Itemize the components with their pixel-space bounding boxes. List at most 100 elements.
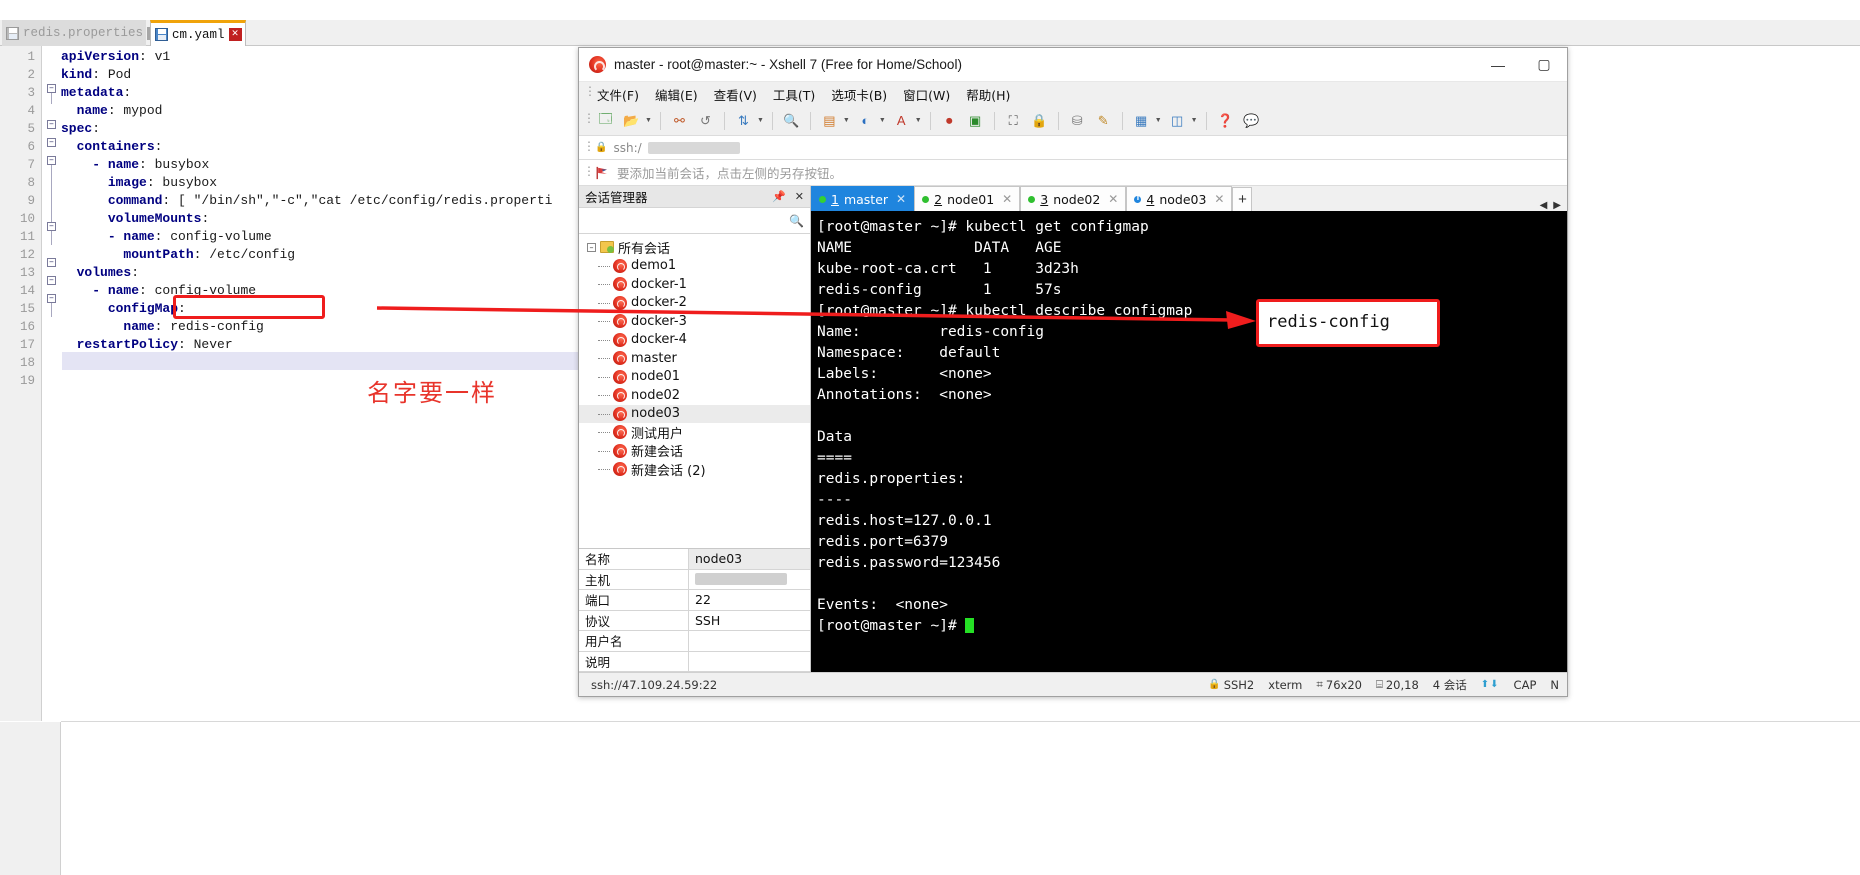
session-tree-item[interactable]: 新建会话 (2) bbox=[579, 460, 810, 479]
close-icon[interactable]: ✕ bbox=[1002, 192, 1012, 206]
session-tree-item[interactable]: 新建会话 bbox=[579, 442, 810, 460]
fold-toggle-icon[interactable]: – bbox=[47, 156, 56, 165]
lock-icon[interactable]: 🔒 bbox=[1029, 111, 1050, 131]
close-icon[interactable]: ✕ bbox=[228, 28, 242, 41]
chevron-down-icon[interactable]: ▼ bbox=[915, 117, 922, 124]
menu-item-6[interactable]: 帮助(H) bbox=[966, 85, 1010, 104]
disconnect-icon[interactable]: ⚯ bbox=[669, 111, 690, 131]
record-icon[interactable]: ⏺ bbox=[939, 111, 960, 131]
property-key: 名称 bbox=[579, 549, 689, 569]
close-icon[interactable]: ✕ bbox=[1214, 192, 1224, 206]
menu-item-2[interactable]: 查看(V) bbox=[714, 85, 757, 104]
properties-icon[interactable]: ▦ bbox=[1131, 111, 1152, 131]
color-icon[interactable]: ◐ bbox=[855, 111, 876, 131]
session-tree-item[interactable]: demo1 bbox=[579, 257, 810, 276]
fold-toggle-icon[interactable]: – bbox=[47, 138, 56, 147]
fold-toggle-icon[interactable]: – bbox=[47, 294, 56, 303]
fold-toggle-icon[interactable]: – bbox=[47, 258, 56, 267]
terminal-tab-master[interactable]: 1 master ✕ bbox=[811, 186, 915, 211]
find-icon[interactable]: 🔍 bbox=[781, 111, 802, 131]
close-icon[interactable]: ✕ bbox=[896, 192, 906, 206]
scroll-right-icon[interactable]: ▶ bbox=[1553, 200, 1561, 211]
chevron-down-icon[interactable]: ▼ bbox=[1155, 117, 1162, 124]
menu-item-0[interactable]: 文件(F) bbox=[597, 85, 639, 104]
fold-toggle-icon[interactable]: – bbox=[47, 222, 56, 231]
layout-icon[interactable]: ▤ bbox=[819, 111, 840, 131]
terminal-tab-strip[interactable]: 1master✕2node01✕3node02✕4node03✕+◀▶ bbox=[811, 186, 1567, 211]
terminal-tab-node01[interactable]: 2 node01 ✕ bbox=[914, 186, 1021, 211]
maximize-button[interactable]: ▢ bbox=[1521, 48, 1567, 81]
session-tree-item[interactable]: node01 bbox=[579, 368, 810, 387]
terminal-line: Namespace: default bbox=[817, 345, 1001, 361]
property-row[interactable]: 协议 SSH bbox=[579, 610, 810, 631]
session-tree-item[interactable]: master bbox=[579, 349, 810, 368]
highlight-icon[interactable]: ✎ bbox=[1093, 111, 1114, 131]
pin-icon[interactable]: 📌 bbox=[772, 190, 786, 203]
session-tree-root[interactable]: – 所有会话 bbox=[579, 238, 810, 257]
fold-toggle-icon[interactable]: – bbox=[47, 84, 56, 93]
panes-icon[interactable]: ◫ bbox=[1167, 111, 1188, 131]
expand-toggle-icon[interactable]: – bbox=[587, 242, 596, 252]
session-tree-item[interactable]: 测试用户 bbox=[579, 423, 810, 442]
address-bar[interactable]: 🔒 ssh:/ bbox=[579, 136, 1567, 160]
new-tab-button[interactable]: + bbox=[1232, 187, 1253, 211]
menu-item-1[interactable]: 编辑(E) bbox=[655, 85, 698, 104]
scroll-left-icon[interactable]: ◀ bbox=[1540, 200, 1548, 211]
fold-toggle-icon[interactable]: – bbox=[47, 276, 56, 285]
comment-icon[interactable]: 💬 bbox=[1241, 111, 1262, 131]
tab-scroll-controls[interactable]: ◀ ▶ bbox=[1540, 200, 1567, 211]
compose-icon[interactable]: ▣ bbox=[965, 111, 986, 131]
session-tree-item[interactable]: node03 bbox=[579, 404, 810, 423]
editor-fold-column[interactable]: – – – – – – – – bbox=[43, 46, 61, 721]
menu-bar[interactable]: 文件(F) 编辑(E) 查看(V) 工具(T) 选项卡(B) 窗口(W) 帮助(H) bbox=[579, 82, 1567, 106]
property-row[interactable]: 端口 22 bbox=[579, 590, 810, 611]
help-icon[interactable]: ❓ bbox=[1215, 111, 1236, 131]
chevron-down-icon[interactable]: ▼ bbox=[879, 117, 886, 124]
chevron-down-icon[interactable]: ▼ bbox=[1191, 117, 1198, 124]
editor-tab-redis-properties[interactable]: redis.properties ✕ bbox=[2, 20, 161, 46]
line-number: 19 bbox=[19, 374, 35, 388]
terminal-tab-node03[interactable]: 4node03 ✕ bbox=[1126, 186, 1233, 211]
session-tree[interactable]: – 所有会话 demo1 docker-1 docker-2 docker-3 docker… bbox=[579, 234, 810, 548]
session-tree-item[interactable]: docker-2 bbox=[579, 294, 810, 313]
terminal-tab-node02[interactable]: 3 node02 ✕ bbox=[1020, 186, 1127, 211]
terminal-output[interactable]: [root@master ~]# kubectl get configmap NA… bbox=[811, 211, 1567, 672]
session-search-row[interactable]: 🔍 bbox=[579, 208, 810, 234]
toolbar[interactable]: 🗔 📂 ▼ ⚯ ↺ ⇅ ▼ 🔍 ▤ ▼ ◐ ▼ A ▼ ⏺ ▣ ⛶ 🔒 ⛁ bbox=[579, 106, 1567, 136]
property-row[interactable]: 名称 node03 bbox=[579, 549, 810, 570]
editor-code-content[interactable]: apiVersion: v1 kind: Pod metadata: name: m… bbox=[61, 46, 581, 721]
session-search-input[interactable] bbox=[585, 213, 790, 228]
property-row[interactable]: 主机 bbox=[579, 569, 810, 590]
session-item-label: docker-1 bbox=[631, 276, 687, 292]
property-row[interactable]: 说明 bbox=[579, 651, 810, 672]
minimize-button[interactable]: — bbox=[1475, 48, 1521, 81]
search-icon[interactable]: 🔍 bbox=[789, 214, 804, 228]
session-tree-item[interactable]: node02 bbox=[579, 386, 810, 405]
transfer-icon[interactable]: ⇅ bbox=[733, 111, 754, 131]
line-number: 7 bbox=[27, 158, 35, 172]
close-icon[interactable]: ✕ bbox=[795, 190, 804, 203]
tunnel-icon[interactable]: ⛁ bbox=[1067, 111, 1088, 131]
menu-item-4[interactable]: 选项卡(B) bbox=[831, 85, 887, 104]
chevron-down-icon[interactable]: ▼ bbox=[843, 117, 850, 124]
open-folder-icon[interactable]: 📂 bbox=[621, 111, 642, 131]
close-icon[interactable]: ✕ bbox=[1108, 192, 1118, 206]
session-tree-item[interactable]: docker-4 bbox=[579, 331, 810, 350]
chevron-down-icon[interactable]: ▼ bbox=[757, 117, 764, 124]
session-tree-item[interactable]: docker-3 bbox=[579, 312, 810, 331]
terminal-line: Events: <none> bbox=[817, 597, 948, 613]
font-icon[interactable]: A bbox=[891, 111, 912, 131]
menu-item-3[interactable]: 工具(T) bbox=[773, 85, 815, 104]
reconnect-icon[interactable]: ↺ bbox=[695, 111, 716, 131]
chevron-down-icon[interactable]: ▼ bbox=[645, 117, 652, 124]
fullscreen-icon[interactable]: ⛶ bbox=[1003, 111, 1024, 131]
xshell-title-bar[interactable]: master - root@master:~ - Xshell 7 (Free … bbox=[579, 48, 1567, 82]
menu-item-5[interactable]: 窗口(W) bbox=[903, 85, 950, 104]
fold-toggle-icon[interactable]: – bbox=[47, 120, 56, 129]
new-session-icon[interactable]: 🗔 bbox=[595, 111, 616, 131]
session-tree-item[interactable]: docker-1 bbox=[579, 275, 810, 294]
status-sessions: 4 会话 bbox=[1432, 677, 1467, 692]
property-row[interactable]: 用户名 bbox=[579, 631, 810, 652]
editor-tab-cm-yaml[interactable]: cm.yaml ✕ bbox=[150, 20, 246, 46]
